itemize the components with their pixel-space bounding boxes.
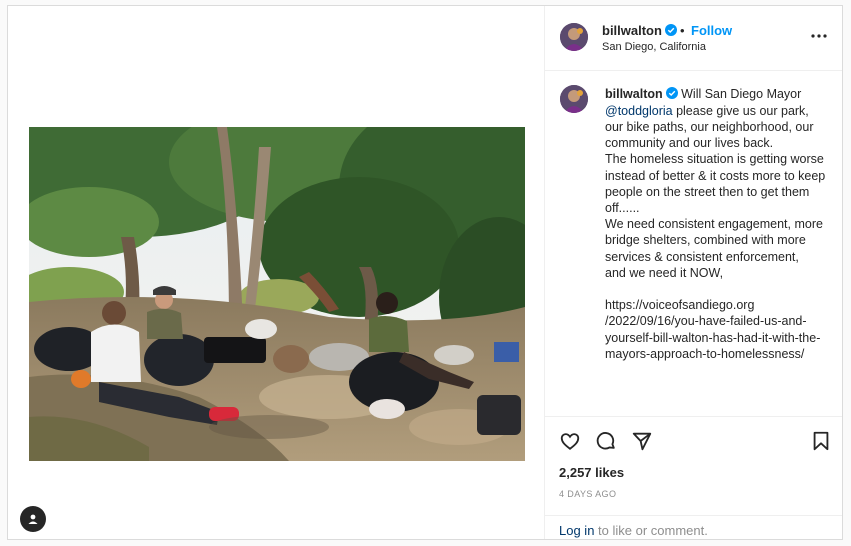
post-header: billwalton • Follow San Diego, Californi… xyxy=(545,6,842,71)
verified-badge-icon xyxy=(665,86,678,103)
heart-icon[interactable] xyxy=(559,430,581,452)
share-icon[interactable] xyxy=(631,430,653,452)
login-link[interactable]: Log in xyxy=(559,523,594,538)
caption-username[interactable]: billwalton xyxy=(605,87,663,101)
comment-bar: Log in to like or comment. xyxy=(545,515,842,540)
follow-button[interactable]: Follow xyxy=(691,23,732,38)
likes-count[interactable]: 2,257 likes xyxy=(559,465,624,480)
caption-prefix: Will San Diego Mayor xyxy=(677,87,805,101)
mention-link[interactable]: @toddgloria xyxy=(605,104,673,118)
bookmark-icon[interactable] xyxy=(810,430,832,452)
post-date[interactable]: 4 DAYS AGO xyxy=(559,489,616,499)
separator-dot: • xyxy=(680,23,685,38)
tagged-users-button[interactable] xyxy=(20,506,46,532)
login-prompt: Log in to like or comment. xyxy=(559,523,708,538)
location-link[interactable]: San Diego, California xyxy=(602,41,706,53)
avatar[interactable] xyxy=(560,85,588,113)
username-link[interactable]: billwalton xyxy=(602,23,677,39)
verified-badge-icon xyxy=(664,24,677,39)
more-horizontal-icon[interactable] xyxy=(809,28,829,44)
comment-icon[interactable] xyxy=(595,430,617,452)
post-photo[interactable] xyxy=(29,127,525,461)
avatar[interactable] xyxy=(560,23,588,51)
login-suffix: to like or comment. xyxy=(594,523,708,538)
post-media xyxy=(8,6,545,539)
user-icon xyxy=(28,514,38,524)
username-text[interactable]: billwalton xyxy=(602,23,662,38)
post-dialog: billwalton • Follow San Diego, Californi… xyxy=(7,5,843,540)
caption-body: please give us our park, our bike paths,… xyxy=(605,103,826,361)
post-sidebar: billwalton • Follow San Diego, Californi… xyxy=(545,6,842,539)
caption-section: billwalton Will San Diego Mayor @toddglo… xyxy=(545,71,842,417)
post-caption: billwalton Will San Diego Mayor @toddglo… xyxy=(605,86,830,362)
action-bar xyxy=(545,426,842,456)
